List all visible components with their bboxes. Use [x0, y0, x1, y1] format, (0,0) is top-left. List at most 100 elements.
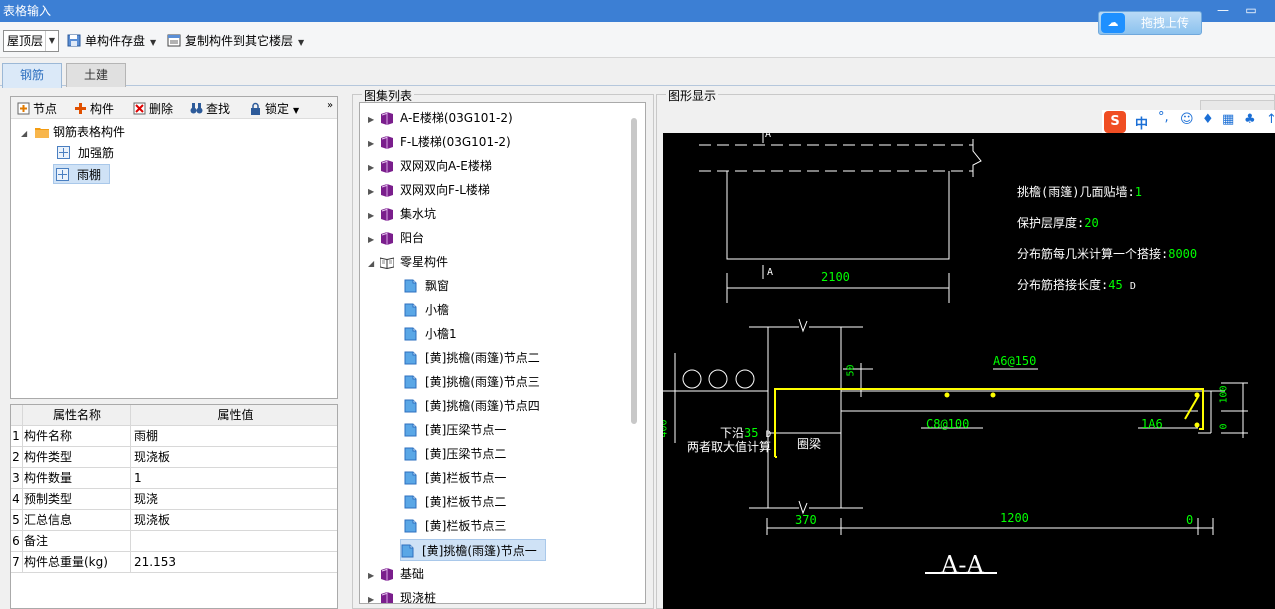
floor-select[interactable]: 屋顶层 ▼	[3, 30, 59, 52]
delete-button[interactable]: 删除	[133, 100, 173, 117]
add-component-button[interactable]: 构件	[74, 100, 114, 117]
property-value[interactable]: 现浇板	[130, 510, 337, 531]
property-row[interactable]: 6 备注	[11, 531, 337, 552]
tab-rebar[interactable]: 钢筋	[2, 63, 62, 88]
tree-item-canopy[interactable]: 雨棚	[53, 164, 111, 184]
book-icon	[381, 232, 393, 245]
property-value[interactable]	[130, 531, 337, 552]
tree-toolbar: 节点 构件 删除 查找 锁定 ▼ »	[11, 97, 337, 119]
page-icon	[404, 279, 417, 293]
page-icon	[401, 544, 414, 558]
row-number: 5	[12, 513, 20, 527]
upload-button[interactable]: ☁ 拖拽上传	[1098, 11, 1202, 35]
restore-button[interactable]: ▭	[1240, 0, 1262, 22]
atlas-item[interactable]: [黄]栏板节点二	[404, 491, 506, 513]
atlas-item[interactable]: ▶ 基础	[368, 563, 424, 585]
property-row[interactable]: 5 汇总信息 现浇板	[11, 510, 337, 531]
emoji-icon[interactable]: ☺	[1180, 112, 1194, 127]
atlas-item[interactable]: ▶ 现浇桩	[368, 587, 436, 603]
tools-icon[interactable]: ↑	[1266, 112, 1275, 127]
tab-civil[interactable]: 土建	[66, 63, 126, 87]
property-row[interactable]: 4 预制类型 现浇	[11, 489, 337, 510]
tree-root[interactable]: ◢ 钢筋表格构件	[21, 122, 125, 142]
component-icon	[57, 146, 70, 159]
add-component-icon	[75, 103, 86, 114]
expand-triangle-icon[interactable]: ▶	[368, 133, 380, 155]
expand-triangle-icon[interactable]: ▶	[368, 205, 380, 227]
atlas-item[interactable]: ▶ 双网双向F-L楼梯	[368, 179, 490, 201]
collapse-triangle-icon[interactable]: ◢	[21, 129, 27, 138]
atlas-scrollbar[interactable]	[631, 118, 637, 424]
dim-400: 400	[663, 419, 670, 438]
find-button[interactable]: 查找	[190, 100, 230, 117]
atlas-item[interactable]: ▶ 阳台	[368, 227, 424, 249]
microphone-icon[interactable]: ♦	[1202, 112, 1214, 127]
minimize-button[interactable]: —	[1212, 0, 1234, 22]
expand-triangle-icon[interactable]: ▶	[368, 589, 380, 603]
parameter-suffix: D	[1129, 281, 1136, 292]
atlas-item[interactable]: ▶ F-L楼梯(03G101-2)	[368, 131, 511, 153]
parameter-line: 保护层厚度:20	[1017, 214, 1099, 231]
property-value[interactable]: 21.153	[130, 552, 337, 573]
chevron-down-icon: ▼	[45, 31, 58, 51]
component-icon	[56, 168, 69, 181]
collapse-triangle-icon[interactable]: ◢	[368, 253, 380, 275]
atlas-item[interactable]: [黄]挑檐(雨篷)节点二	[404, 347, 540, 369]
lock-icon	[251, 102, 260, 115]
atlas-item[interactable]: 小檐1	[404, 323, 457, 345]
atlas-item[interactable]: 小檐	[404, 299, 449, 321]
expand-triangle-icon[interactable]: ▶	[368, 181, 380, 203]
atlas-item[interactable]: [黄]挑檐(雨篷)节点三	[404, 371, 540, 393]
atlas-item-label: 集水坑	[400, 207, 437, 221]
chinese-mode-icon[interactable]: 中	[1135, 113, 1148, 132]
expand-triangle-icon[interactable]: ▶	[368, 157, 380, 179]
property-row[interactable]: 7 构件总重量(kg) 21.153	[11, 552, 337, 573]
expand-triangle-icon[interactable]: ▶	[368, 229, 380, 251]
header-name: 属性名称	[22, 405, 130, 426]
lock-button[interactable]: 锁定 ▼	[249, 100, 299, 117]
expand-triangle-icon[interactable]: ▶	[368, 109, 380, 131]
property-row[interactable]: 2 构件类型 现浇板	[11, 447, 337, 468]
atlas-item[interactable]: ▶ 集水坑	[368, 203, 436, 225]
atlas-item[interactable]: [黄]挑檐(雨篷)节点四	[404, 395, 540, 417]
add-node-button[interactable]: 节点	[17, 100, 57, 117]
atlas-item[interactable]: [黄]压梁节点二	[404, 443, 506, 465]
atlas-item[interactable]: 飘窗	[404, 275, 449, 297]
chevron-down-icon: ▼	[293, 106, 300, 115]
shirt-icon[interactable]: ♣	[1244, 112, 1256, 127]
property-name: 汇总信息	[22, 510, 130, 531]
section-mark-top: A	[765, 133, 772, 140]
expand-triangle-icon[interactable]: ▶	[368, 565, 380, 587]
atlas-item[interactable]: ▶ A-E楼梯(03G101-2)	[368, 107, 513, 129]
dim-0: 0	[1186, 513, 1194, 527]
parameter-value[interactable]: 20	[1084, 216, 1098, 230]
atlas-item[interactable]: [黄]栏板节点三	[404, 515, 506, 537]
save-icon	[67, 34, 81, 47]
property-row[interactable]: 3 构件数量 1	[11, 468, 337, 489]
sogou-icon[interactable]: S	[1104, 111, 1126, 133]
parameter-value[interactable]: 8000	[1168, 247, 1197, 261]
main-toolbar: 屋顶层 ▼ 单构件存盘 ▼ 复制构件到其它楼层 ▼ ☁ 拖拽上传	[0, 11, 1275, 58]
atlas-item[interactable]: [黄]压梁节点一	[404, 419, 506, 441]
atlas-item[interactable]: ▶ 双网双向A-E楼梯	[368, 155, 492, 177]
property-value[interactable]: 1	[130, 468, 337, 489]
copy-to-floor-button[interactable]: 复制构件到其它楼层 ▼	[167, 30, 304, 52]
property-row[interactable]: 1 构件名称 雨棚	[11, 426, 337, 447]
punctuation-icon[interactable]: °,	[1158, 110, 1169, 125]
keyboard-icon[interactable]: ▦	[1222, 112, 1234, 127]
property-value[interactable]: 现浇	[130, 489, 337, 510]
save-single-component-button[interactable]: 单构件存盘 ▼	[67, 30, 156, 52]
more-icon[interactable]: »	[327, 100, 333, 111]
parameter-value[interactable]: 45	[1108, 278, 1122, 292]
property-value[interactable]: 现浇板	[130, 447, 337, 468]
delete-label: 删除	[149, 102, 174, 116]
property-value[interactable]: 雨棚	[130, 426, 337, 447]
atlas-item[interactable]: ◢ 零星构件	[368, 251, 448, 273]
tree-item-reinforcement[interactable]: 加强筋	[55, 143, 116, 163]
tree-item-label: 加强筋	[78, 146, 115, 160]
atlas-item[interactable]: [黄]挑檐(雨篷)节点一	[400, 539, 546, 561]
atlas-item[interactable]: [黄]栏板节点一	[404, 467, 506, 489]
folder-icon	[34, 128, 49, 138]
page-icon	[404, 471, 417, 485]
parameter-value[interactable]: 1	[1135, 185, 1142, 199]
